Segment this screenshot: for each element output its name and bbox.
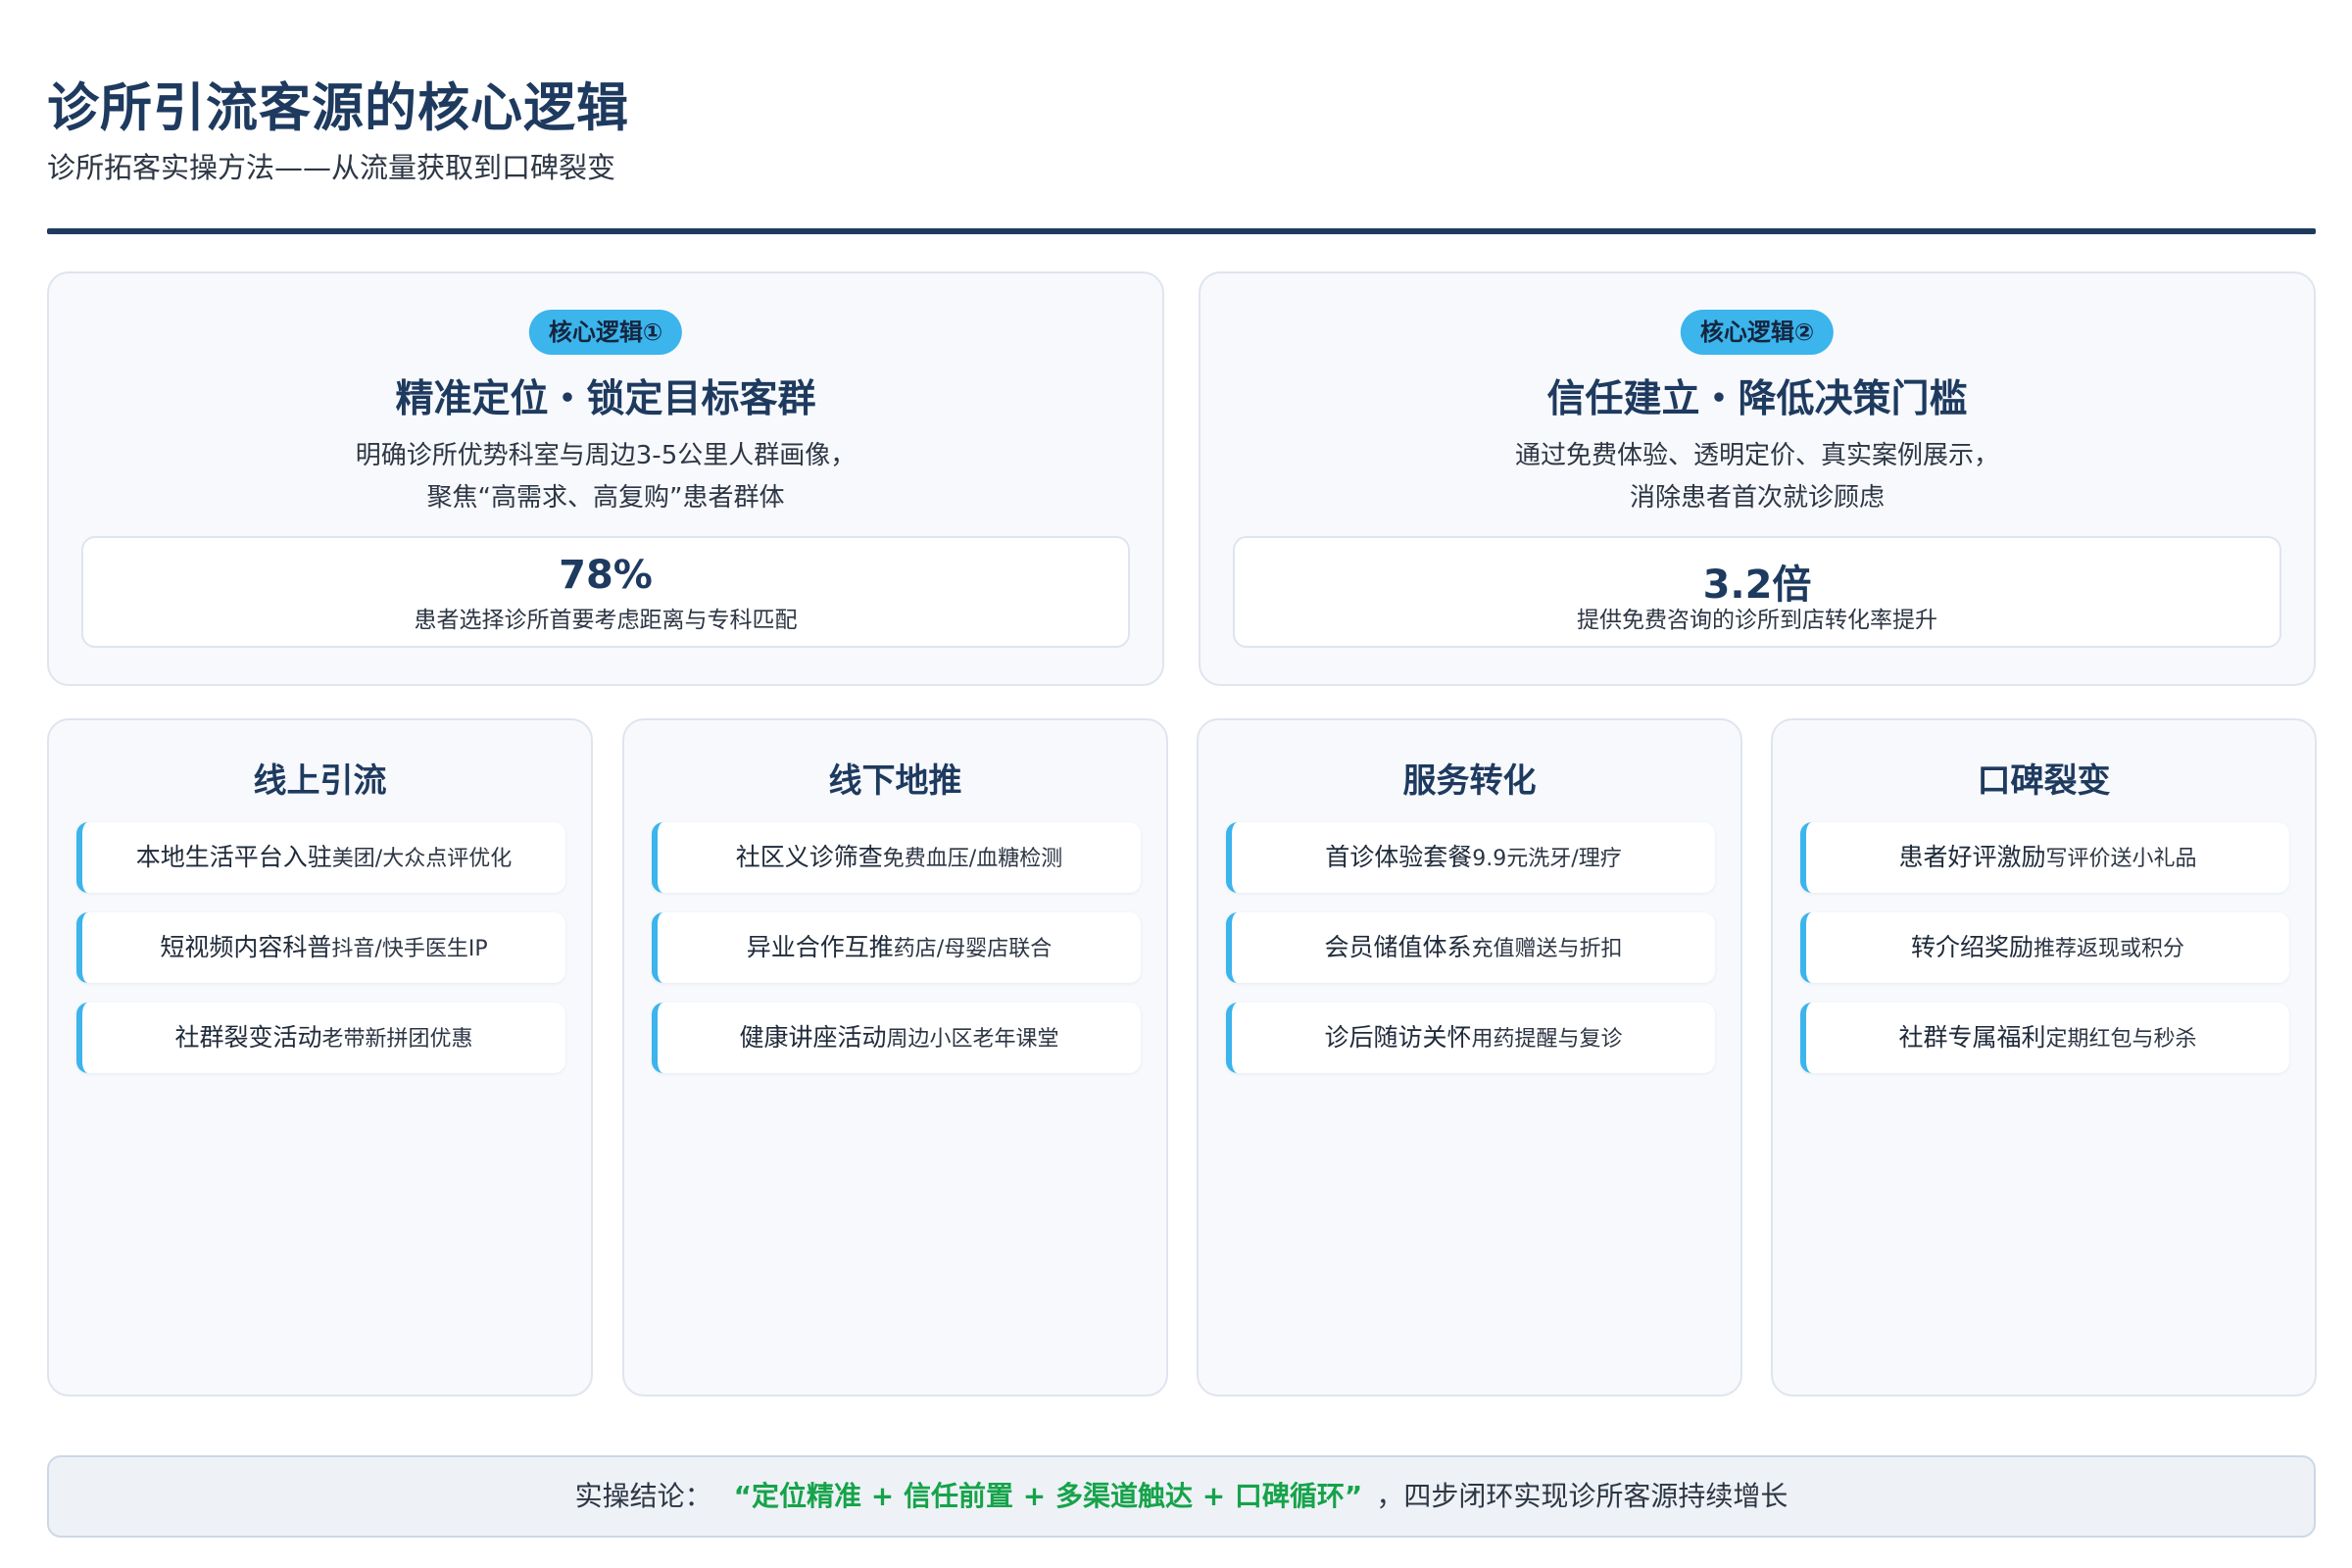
conclusion-banner: 实操结论： “定位精准 + 信任前置 + 多渠道触达 + 口碑循环” ，四步闭环实现…: [47, 1455, 2316, 1538]
channel-item-label: 转介绍奖励: [1910, 933, 2034, 961]
conclusion-suffix: ，四步闭环实现诊所客源持续增长: [1376, 1480, 1788, 1512]
channel-item: 社群专属福利定期红包与秒杀: [1800, 1003, 2289, 1073]
channel-item-detail: 抖音/快手医生IP: [331, 937, 488, 961]
stat-label: 患者选择诊所首要考虑距离与专科匹配: [414, 608, 798, 633]
channel-item-label: 短视频内容科普: [160, 933, 332, 961]
channel-item-detail: 周边小区老年课堂: [886, 1027, 1059, 1052]
core-logic-heading: 精准定位・锁定目标客群: [395, 377, 816, 421]
core-logic-description-line: 明确诊所优势科室与周边3-5公里人群画像，: [355, 441, 857, 470]
channel-item: 社群裂变活动老带新拼团优惠: [76, 1003, 565, 1073]
channel-item-detail: 9.9元洗牙/理疗: [1472, 847, 1622, 871]
channel-item: 患者好评激励写评价送小礼品: [1800, 822, 2289, 893]
core-logic-description-line: 通过免费体验、透明定价、真实案例展示，: [1514, 441, 1999, 470]
channel-item-label: 首诊体验套餐: [1325, 843, 1473, 871]
core-logic-description: 明确诊所优势科室与周边3-5公里人群画像， 聚焦“高需求、高复购”患者群体: [49, 435, 1162, 519]
channel-item-detail: 推荐返现或积分: [2034, 937, 2185, 961]
channel-item-label: 异业合作互推: [746, 933, 894, 961]
channel-item-label: 健康讲座活动: [739, 1023, 887, 1052]
channel-item-detail: 定期红包与秒杀: [2045, 1027, 2197, 1052]
conclusion-highlight: “定位精准 + 信任前置 + 多渠道触达 + 口碑循环”: [733, 1480, 1363, 1512]
core-logic-card-1: 核心逻辑① 精准定位・锁定目标客群 明确诊所优势科室与周边3-5公里人群画像， …: [47, 271, 1164, 686]
channel-item: 本地生活平台入驻美团/大众点评优化: [76, 822, 565, 893]
page-title: 诊所引流客源的核心逻辑: [47, 78, 629, 138]
channel-title: 服务转化: [1402, 761, 1537, 801]
stat-box: 3.2倍 提供免费咨询的诊所到店转化率提升: [1233, 536, 2281, 648]
channel-item-detail: 用药提醒与复诊: [1471, 1027, 1623, 1052]
channel-item-detail: 美团/大众点评优化: [331, 847, 513, 871]
channel-item-detail: 药店/母婴店联合: [893, 937, 1053, 961]
channel-item-label: 社区义诊筛查: [735, 843, 883, 871]
channel-item-label: 社群裂变活动: [174, 1023, 322, 1052]
channel-card-word-of-mouth: 口碑裂变 患者好评激励写评价送小礼品 转介绍奖励推荐返现或积分 社群专属福利定期…: [1771, 718, 2317, 1396]
channel-item: 首诊体验套餐9.9元洗牙/理疗: [1226, 822, 1715, 893]
channel-item-label: 患者好评激励: [1898, 843, 2046, 871]
channel-item-label: 本地生活平台入驻: [135, 843, 332, 871]
channel-card-conversion: 服务转化 首诊体验套餐9.9元洗牙/理疗 会员储值体系充值赠送与折扣 诊后随访关…: [1197, 718, 1742, 1396]
channel-item: 转介绍奖励推荐返现或积分: [1800, 912, 2289, 983]
channel-card-online: 线上引流 本地生活平台入驻美团/大众点评优化 短视频内容科普抖音/快手医生IP …: [47, 718, 593, 1396]
core-logic-card-2: 核心逻辑② 信任建立・降低决策门槛 通过免费体验、透明定价、真实案例展示， 消除…: [1199, 271, 2316, 686]
header-divider: [47, 228, 2316, 234]
channel-card-offline: 线下地推 社区义诊筛查免费血压/血糖检测 异业合作互推药店/母婴店联合 健康讲座…: [622, 718, 1168, 1396]
core-logic-heading: 信任建立・降低决策门槛: [1546, 377, 1968, 421]
channel-item: 诊后随访关怀用药提醒与复诊: [1226, 1003, 1715, 1073]
stat-label: 提供免费咨询的诊所到店转化率提升: [1577, 608, 1937, 633]
conclusion-prefix: 实操结论：: [574, 1480, 712, 1512]
channel-item-detail: 免费血压/血糖检测: [882, 847, 1063, 871]
stat-value: 78%: [559, 553, 653, 598]
channel-item: 会员储值体系充值赠送与折扣: [1226, 912, 1715, 983]
channel-item: 异业合作互推药店/母婴店联合: [652, 912, 1141, 983]
channel-item: 短视频内容科普抖音/快手医生IP: [76, 912, 565, 983]
channel-item-detail: 写评价送小礼品: [2045, 847, 2197, 871]
core-logic-description-line: 聚焦“高需求、高复购”患者群体: [426, 483, 785, 513]
channel-title: 口碑裂变: [1977, 761, 2111, 801]
channel-item-detail: 充值赠送与折扣: [1471, 937, 1623, 961]
channel-item-label: 社群专属福利: [1898, 1023, 2046, 1052]
channel-item-label: 诊后随访关怀: [1324, 1023, 1472, 1052]
core-logic-badge: 核心逻辑①: [528, 310, 683, 355]
core-logic-badge: 核心逻辑②: [1680, 310, 1835, 355]
channel-item: 社区义诊筛查免费血压/血糖检测: [652, 822, 1141, 893]
page: 诊所引流客源的核心逻辑 诊所拓客实操方法——从流量获取到口碑裂变 核心逻辑① 精…: [47, 0, 2317, 1568]
stat-box: 78% 患者选择诊所首要考虑距离与专科匹配: [81, 536, 1130, 648]
channel-title: 线下地推: [828, 761, 962, 801]
page-subtitle: 诊所拓客实操方法——从流量获取到口碑裂变: [47, 151, 616, 184]
core-logic-description-line: 消除患者首次就诊顾虑: [1629, 483, 1885, 513]
channel-item: 健康讲座活动周边小区老年课堂: [652, 1003, 1141, 1073]
channel-item-label: 会员储值体系: [1324, 933, 1472, 961]
channel-title: 线上引流: [253, 761, 387, 801]
core-logic-description: 通过免费体验、透明定价、真实案例展示， 消除患者首次就诊顾虑: [1200, 435, 2314, 519]
channel-item-detail: 老带新拼团优惠: [321, 1027, 473, 1052]
